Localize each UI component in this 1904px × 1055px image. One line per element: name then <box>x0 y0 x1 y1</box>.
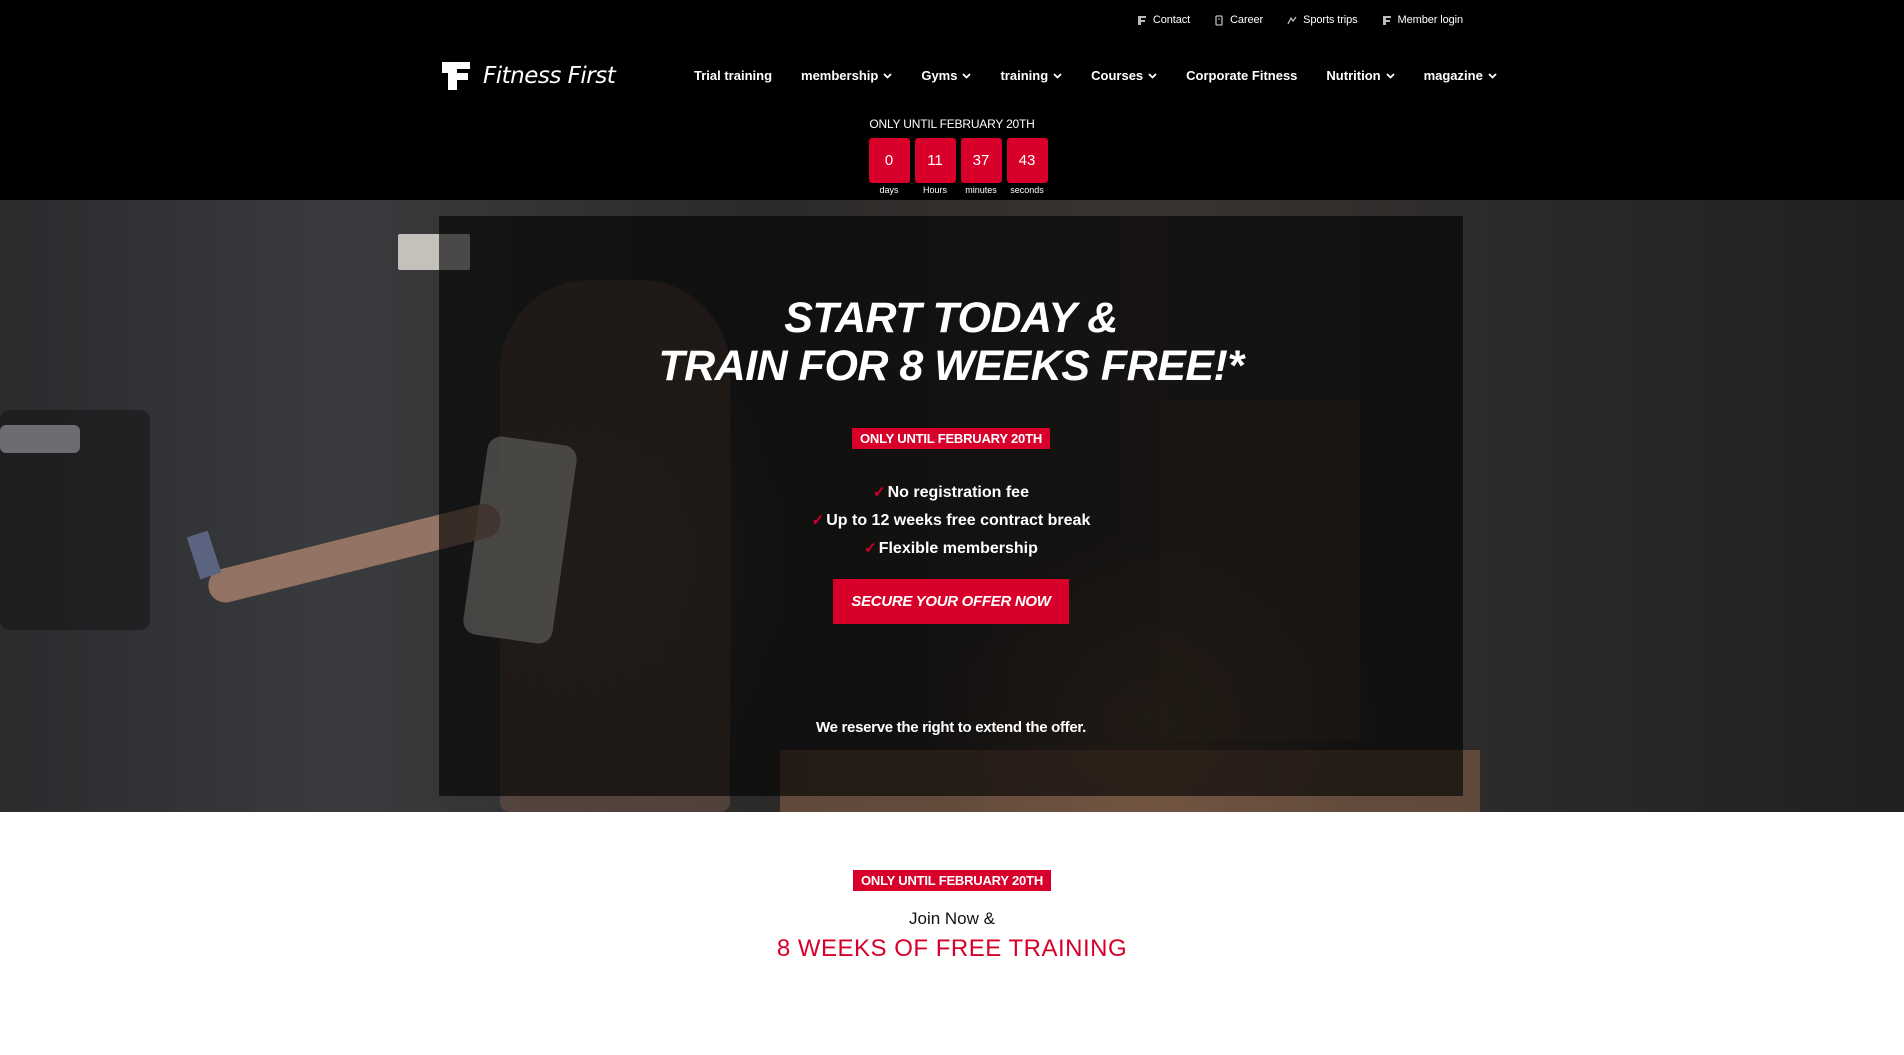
main-nav: Trial training membership Gyms training … <box>694 68 1497 83</box>
nav-label: Gyms <box>921 68 958 83</box>
checkmark-icon: ✓ <box>811 512 825 529</box>
benefits-list: ✓ No registration fee ✓ Up to 12 weeks fre… <box>439 479 1463 563</box>
utility-links: Contact Career Sports trips Member login <box>1137 14 1463 26</box>
promo-section: ONLY UNTIL FEBRUARY 20TH Join Now & 8 WE… <box>0 870 1904 963</box>
nav-label: Courses <box>1091 68 1144 83</box>
promo-headline: 8 WEEKS OF FREE TRAINING <box>776 935 1128 962</box>
nav-label: Trial training <box>694 68 773 83</box>
career-link[interactable]: Career <box>1214 14 1263 26</box>
chevron-down-icon <box>1053 72 1062 79</box>
benefit-text: Up to 12 weeks free contract break <box>826 512 1091 529</box>
career-icon <box>1215 14 1223 26</box>
hero-offer-panel: START TODAY & TRAIN FOR 8 WEEKS FREE!* O… <box>439 216 1463 796</box>
countdown-seconds: 43 seconds <box>1006 138 1048 195</box>
nav-trial-training[interactable]: Trial training <box>694 68 772 83</box>
logo-text: Fitness First <box>483 63 616 89</box>
benefit-item: ✓ Up to 12 weeks free contract break <box>439 507 1463 535</box>
hero-background-bar <box>0 425 80 453</box>
secure-offer-button[interactable]: SECURE YOUR OFFER NOW <box>833 579 1069 624</box>
countdown-hours: 11 Hours <box>914 138 956 195</box>
contact-link-label: Contact <box>1152 14 1191 26</box>
nav-label: Nutrition <box>1326 68 1381 83</box>
fitness-first-logo[interactable]: Fitness First <box>439 58 616 94</box>
utility-bar: Contact Career Sports trips Member login <box>0 0 1904 44</box>
nav-membership[interactable]: membership <box>801 68 892 83</box>
hero-title: START TODAY & TRAIN FOR 8 WEEKS FREE!* <box>439 294 1463 390</box>
trips-icon <box>1287 16 1297 24</box>
nav-label: membership <box>801 68 879 83</box>
member-login-link-label: Member login <box>1397 14 1464 26</box>
nav-magazine[interactable]: magazine <box>1424 68 1497 83</box>
sports-trips-link[interactable]: Sports trips <box>1287 14 1358 26</box>
countdown-value: 0 <box>868 138 910 183</box>
hero-title-line1: START TODAY & <box>784 294 1118 342</box>
countdown-value: 11 <box>914 138 956 183</box>
chevron-down-icon <box>1385 72 1395 79</box>
countdown-value: 37 <box>960 138 1002 183</box>
offer-deadline-badge: ONLY UNTIL FEBRUARY 20TH <box>851 428 1051 449</box>
countdown-caption: Hours <box>922 185 947 195</box>
countdown-timer: 0 days 11 Hours 37 minutes 43 seconds <box>0 138 1904 195</box>
benefit-item: ✓ Flexible membership <box>439 535 1463 563</box>
countdown-caption: minutes <box>965 185 997 195</box>
benefit-item: ✓ No registration fee <box>439 479 1463 507</box>
benefit-text: No registration fee <box>887 484 1029 501</box>
nav-training[interactable]: training <box>1000 68 1062 83</box>
logo-f-icon <box>1382 15 1391 25</box>
member-login-link[interactable]: Member login <box>1382 14 1463 26</box>
sports-trips-link-label: Sports trips <box>1303 14 1358 26</box>
offer-disclaimer: We reserve the right to extend the offer… <box>816 719 1086 736</box>
nav-label: training <box>1000 68 1049 83</box>
hero-title-line2: TRAIN FOR 8 WEEKS FREE!* <box>658 342 1244 390</box>
nav-gyms[interactable]: Gyms <box>921 68 972 83</box>
nav-label: Corporate Fitness <box>1186 68 1298 83</box>
countdown-banner: ONLY UNTIL FEBRUARY 20TH 0 days 11 Hours… <box>0 117 1904 195</box>
promo-deadline-badge: ONLY UNTIL FEBRUARY 20TH <box>852 870 1052 891</box>
nav-label: magazine <box>1423 68 1483 83</box>
checkmark-icon: ✓ <box>864 540 877 557</box>
main-header: Fitness First Trial training membership … <box>0 44 1904 200</box>
nav-corporate-fitness[interactable]: Corporate Fitness <box>1186 68 1297 83</box>
benefit-text: Flexible membership <box>878 540 1038 557</box>
countdown-caption: seconds <box>1010 185 1044 195</box>
countdown-value: 43 <box>1006 138 1048 183</box>
chevron-down-icon <box>1148 72 1157 79</box>
nav-courses[interactable]: Courses <box>1091 68 1157 83</box>
checkmark-icon: ✓ <box>873 484 886 501</box>
chevron-down-icon <box>1488 72 1497 79</box>
logo-f-icon <box>442 62 470 90</box>
chevron-down-icon <box>883 72 892 79</box>
contact-link[interactable]: Contact <box>1137 14 1190 26</box>
nav-nutrition[interactable]: Nutrition <box>1326 68 1395 83</box>
promo-join-text: Join Now & <box>909 909 995 928</box>
countdown-label: ONLY UNTIL FEBRUARY 20TH <box>869 117 1035 131</box>
countdown-days: 0 days <box>868 138 910 195</box>
hero-background-card <box>186 530 222 580</box>
countdown-caption: days <box>879 185 899 195</box>
hero-section: START TODAY & TRAIN FOR 8 WEEKS FREE!* O… <box>0 200 1904 812</box>
logo-f-icon <box>1137 15 1146 25</box>
career-link-label: Career <box>1230 14 1264 26</box>
chevron-down-icon <box>962 72 972 79</box>
countdown-minutes: 37 minutes <box>960 138 1002 195</box>
